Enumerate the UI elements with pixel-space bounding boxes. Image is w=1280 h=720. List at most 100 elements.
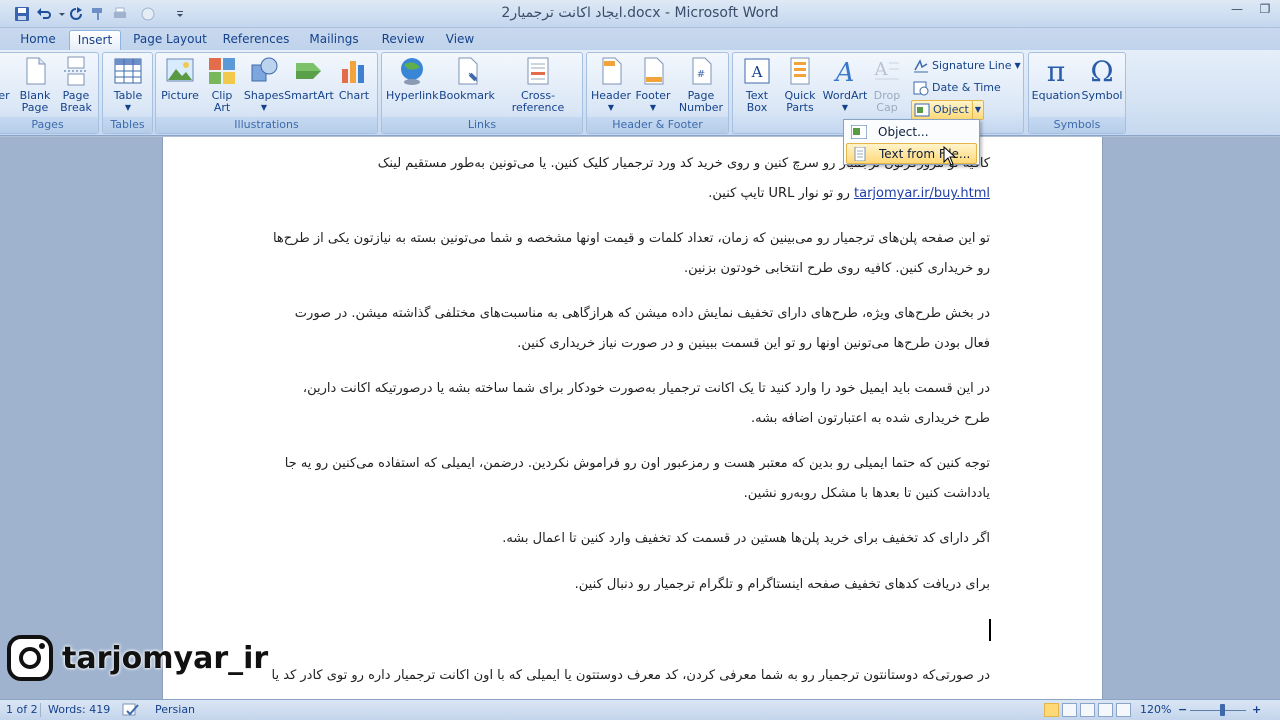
smartart-button[interactable]: SmartArt (284, 55, 334, 102)
quick-parts-icon (784, 55, 816, 87)
wordart-button[interactable]: A WordArt ▼ (821, 55, 869, 114)
paragraph-2-line-2[interactable]: رو خریداری کنین. کافیه روی طرح انتخابی خ… (270, 254, 990, 284)
zoom-slider[interactable] (1190, 710, 1246, 711)
tab-mailings[interactable]: Mailings (303, 30, 365, 50)
quick-parts-button[interactable]: Quick Parts (779, 55, 821, 114)
group-tables-label: Tables (103, 117, 152, 133)
paragraph-5-line-2[interactable]: یادداشت کنین تا بعدها با مشکل روبه‌رو نش… (270, 479, 990, 509)
header-button[interactable]: Header ▼ (589, 55, 633, 114)
tab-references[interactable]: References (220, 30, 292, 50)
tab-view[interactable]: View (440, 30, 480, 50)
table-icon (112, 55, 144, 87)
paragraph-3-line-2[interactable]: فعال بودن طرح‌ها می‌تونین اونها رو تو ای… (270, 329, 990, 359)
footer-button[interactable]: Footer ▼ (631, 55, 675, 114)
table-button[interactable]: Table ▼ (107, 55, 149, 114)
shapes-button[interactable]: Shapes ▼ (242, 55, 286, 114)
watermark: tarjomyar_ir (6, 630, 268, 686)
ribbon-tabs: Home Insert Page Layout References Maili… (0, 28, 1280, 50)
zoom-out-icon[interactable]: − (1178, 703, 1187, 716)
text-box-button[interactable]: A Text Box (735, 55, 779, 114)
symbol-button[interactable]: Ω Symbol (1079, 55, 1125, 102)
text-box-label: Text Box (745, 89, 769, 114)
hyperlink-label: Hyperlink (386, 89, 439, 102)
object-menu-icon (851, 125, 867, 139)
signature-line-button[interactable]: Signature Line ▼ (913, 56, 1021, 76)
tab-review[interactable]: Review (377, 30, 429, 50)
outline-view-icon[interactable] (1098, 703, 1113, 717)
draft-view-icon[interactable] (1116, 703, 1131, 717)
print-layout-view-icon[interactable] (1044, 703, 1059, 717)
watermark-handle: tarjomyar_ir (62, 640, 269, 676)
svg-text:#: # (697, 69, 705, 80)
page-number-icon: # (685, 55, 717, 87)
zoom-slider-thumb[interactable] (1220, 704, 1226, 716)
cross-reference-label: Cross-reference (511, 89, 565, 114)
drop-cap-label: Drop Cap (873, 89, 901, 114)
bookmark-label: Bookmark (439, 89, 495, 102)
hyperlink-button[interactable]: Hyperlink (386, 55, 439, 102)
word-count[interactable]: Words: 419 (48, 703, 110, 716)
footer-label: Footer (635, 89, 671, 102)
menu-item-object[interactable]: Object... (846, 122, 977, 143)
symbol-label: Symbol (1081, 89, 1123, 102)
date-time-icon (913, 81, 929, 96)
page-count[interactable]: 1 of 2 (6, 703, 38, 716)
object-dropdown-menu: Object... Text from File... (843, 119, 980, 165)
tab-insert[interactable]: Insert (69, 30, 121, 50)
group-header-footer-label: Header & Footer (587, 117, 728, 133)
title-bar: ایجاد اکانت ترجمیار2.docx - Microsoft Wo… (0, 0, 1280, 28)
group-symbols-label: Symbols (1029, 117, 1125, 133)
buy-link[interactable]: tarjomyar.ir/buy.html (854, 186, 990, 201)
document-page[interactable]: کافیه تو مرورگرتون ترجمیار رو سرچ کنین و… (162, 137, 1103, 699)
document-area[interactable]: کافیه تو مرورگرتون ترجمیار رو سرچ کنین و… (0, 137, 1280, 699)
tab-home[interactable]: Home (12, 30, 64, 50)
svg-text:A: A (874, 59, 889, 80)
paragraph-7[interactable]: برای دریافت کدهای تخفیف صفحه اینستاگرام … (270, 570, 990, 600)
paragraph-6[interactable]: اگر دارای کد تخفیف برای خرید پلن‌ها هستی… (270, 524, 990, 554)
picture-button[interactable]: Picture (158, 55, 202, 102)
object-label: Object (933, 103, 969, 116)
cross-reference-button[interactable]: Cross-reference (495, 55, 581, 114)
restore-icon[interactable]: ❐ (1258, 2, 1272, 16)
bookmark-button[interactable]: Bookmark (439, 55, 495, 102)
chart-button[interactable]: Chart (334, 55, 374, 102)
object-button[interactable]: Object ▼ (911, 100, 984, 120)
menu-item-text-from-file[interactable]: Text from File... (846, 143, 977, 164)
wordart-label: WordArt (822, 89, 868, 102)
web-layout-icon[interactable] (1080, 703, 1095, 717)
smartart-label: SmartArt (284, 89, 334, 102)
blank-page-button[interactable]: Blank Page (15, 55, 55, 114)
drop-cap-icon: A (871, 55, 903, 87)
paragraph-4-line-1[interactable]: در این قسمت باید ایمیل خود را وارد کنید … (270, 374, 990, 404)
chart-icon (338, 55, 370, 87)
paragraph-4-line-2[interactable]: طرح خریداری شده به اعتبارتون اضافه بشه. (270, 404, 990, 434)
zoom-in-icon[interactable]: + (1252, 703, 1261, 716)
paragraph-5-line-1[interactable]: توجه کنین که حتما ایمیلی رو بدین که معتب… (270, 449, 990, 479)
text-box-icon: A (741, 55, 773, 87)
equation-button[interactable]: π Equation (1031, 55, 1081, 102)
minimize-icon[interactable]: — (1230, 2, 1244, 16)
paragraph-2-line-1[interactable]: تو این صفحه پلن‌های ترجمیار رو می‌بینین … (270, 224, 990, 254)
clip-art-button[interactable]: Clip Art (202, 55, 242, 114)
header-label: Header (590, 89, 632, 102)
page-number-button[interactable]: # Page Number (675, 55, 727, 114)
page-break-button[interactable]: Page Break (56, 55, 96, 114)
table-label: Table (113, 89, 143, 102)
signature-line-label: Signature Line (932, 59, 1012, 72)
cover-page-button[interactable]: er (0, 55, 11, 102)
date-time-button[interactable]: Date & Time (913, 78, 1001, 98)
equation-label: Equation (1031, 89, 1081, 102)
paragraph-3-line-1[interactable]: در بخش طرح‌های ویژه، طرح‌های دارای تخفیف… (270, 299, 990, 329)
paragraph-1-line-2[interactable]: tarjomyar.ir/buy.html رو تو نوار URL تای… (270, 179, 990, 209)
tab-page-layout[interactable]: Page Layout (128, 30, 212, 50)
cross-reference-icon (522, 55, 554, 87)
paragraph-8[interactable]: در صورتی‌که دوستانتون ترجمیار رو به شما … (270, 661, 990, 691)
proofing-icon[interactable] (122, 702, 140, 718)
full-screen-reading-icon[interactable] (1062, 703, 1077, 717)
omega-icon: Ω (1086, 55, 1118, 88)
zoom-level[interactable]: 120% (1140, 703, 1171, 716)
drop-cap-button[interactable]: A Drop Cap (869, 55, 905, 114)
language-indicator[interactable]: Persian (155, 703, 195, 716)
page-number-label: Page Number (678, 89, 724, 114)
footer-icon (637, 55, 669, 87)
